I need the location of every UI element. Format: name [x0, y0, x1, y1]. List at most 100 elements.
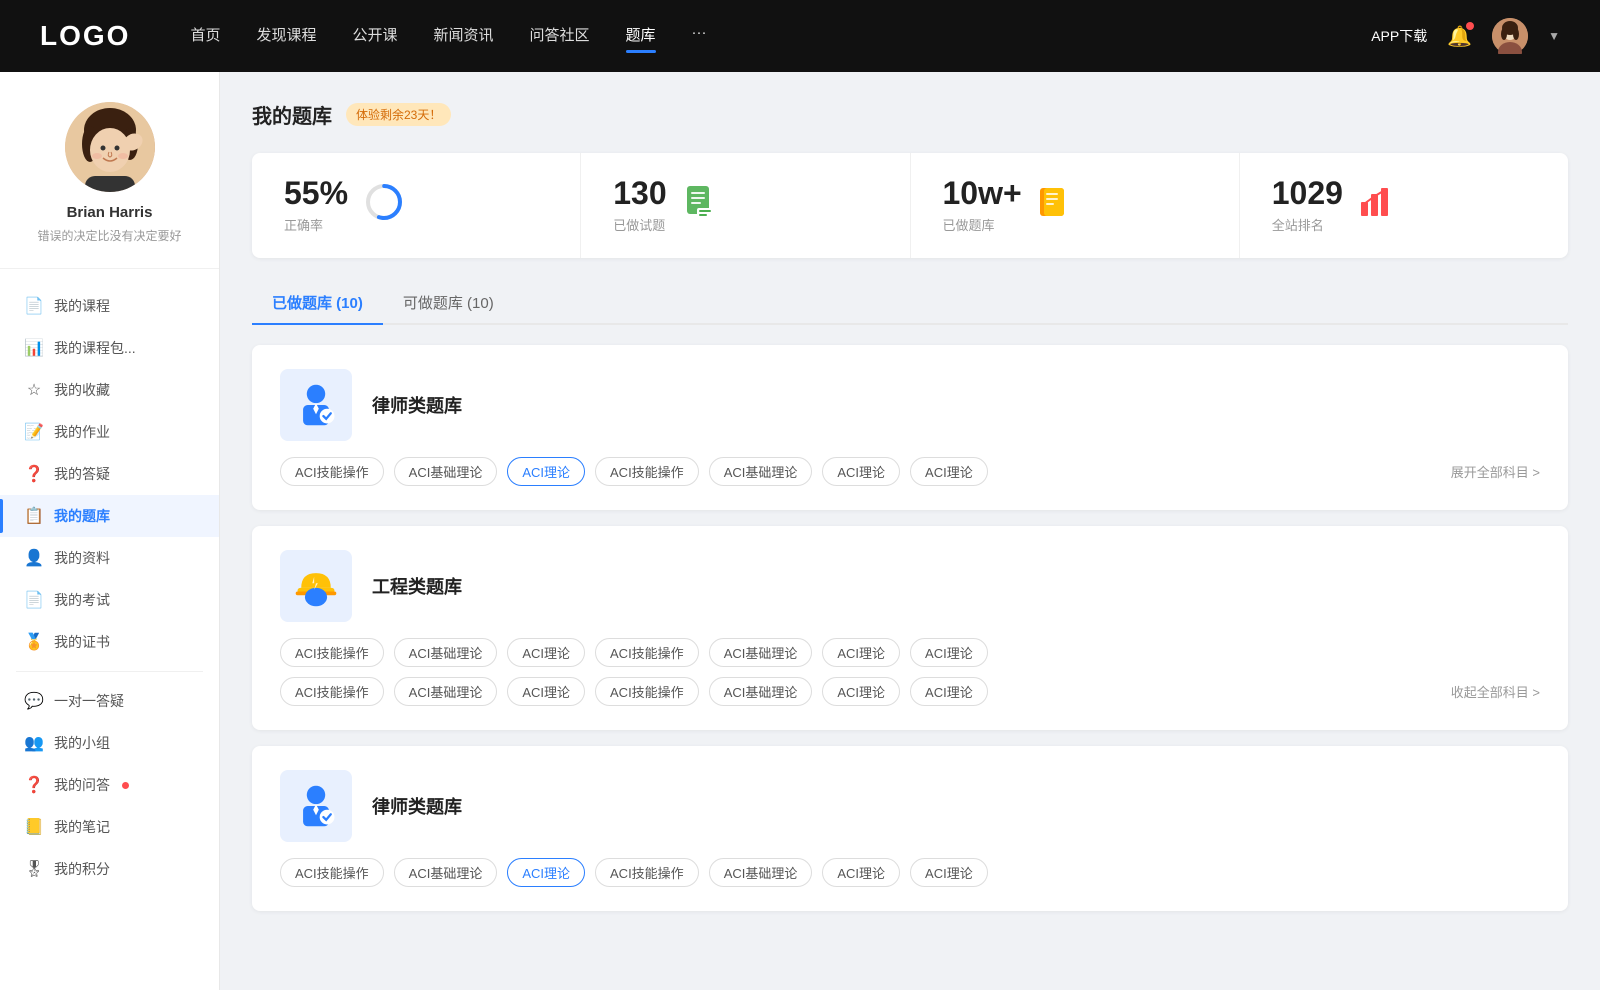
tag-1-0-5[interactable]: ACI理论 — [822, 638, 900, 667]
stat-rank-label: 全站排名 — [1272, 215, 1343, 234]
tag-0-0-5[interactable]: ACI理论 — [822, 457, 900, 486]
menu-divider-1 — [16, 671, 203, 672]
tag-0-0-0[interactable]: ACI技能操作 — [280, 457, 384, 486]
tag-1-1-5[interactable]: ACI理论 — [822, 677, 900, 706]
qbank-icon: 📋 — [24, 506, 44, 526]
nav-opencourse[interactable]: 公开课 — [352, 24, 397, 49]
sidebar-item-profile-label: 我的资料 — [54, 548, 110, 568]
tag-2-0-6[interactable]: ACI理论 — [910, 858, 988, 887]
sidebar: Brian Harris 错误的决定比没有决定要好 📄 我的课程 📊 我的课程包… — [0, 72, 220, 990]
tag-2-0-0[interactable]: ACI技能操作 — [280, 858, 384, 887]
nav-home[interactable]: 首页 — [190, 24, 220, 49]
tag-1-0-2[interactable]: ACI理论 — [507, 638, 585, 667]
tag-0-0-1[interactable]: ACI基础理论 — [394, 457, 498, 486]
sidebar-item-profile[interactable]: 👤 我的资料 — [0, 537, 219, 579]
qbank-card-0: 律师类题库 ACI技能操作 ACI基础理论 ACI理论 ACI技能操作 ACI基… — [252, 345, 1568, 510]
notes-icon: 📒 — [24, 817, 44, 837]
qbank-lawyer-icon-0 — [280, 369, 352, 441]
tag-0-0-3[interactable]: ACI技能操作 — [595, 457, 699, 486]
tag-0-0-2[interactable]: ACI理论 — [507, 457, 585, 486]
sidebar-item-my-qa[interactable]: ❓ 我的问答 — [0, 764, 219, 806]
nav-qa[interactable]: 问答社区 — [530, 24, 590, 49]
accuracy-pie-icon — [364, 182, 404, 229]
qbank-tags-row-1-1: ACI技能操作 ACI基础理论 ACI理论 ACI技能操作 ACI基础理论 AC… — [280, 677, 1540, 706]
qbank-card-2: 律师类题库 ACI技能操作 ACI基础理论 ACI理论 ACI技能操作 ACI基… — [252, 746, 1568, 911]
bell-icon[interactable]: 🔔 — [1447, 24, 1472, 49]
nav-discover[interactable]: 发现课程 — [256, 24, 316, 49]
tag-1-1-3[interactable]: ACI技能操作 — [595, 677, 699, 706]
tag-1-1-6[interactable]: ACI理论 — [910, 677, 988, 706]
tag-1-0-0[interactable]: ACI技能操作 — [280, 638, 384, 667]
sidebar-item-questions[interactable]: ❓ 我的答疑 — [0, 453, 219, 495]
nav-news[interactable]: 新闻资讯 — [434, 24, 494, 49]
nav-more[interactable]: ··· — [692, 24, 707, 49]
tag-2-0-3[interactable]: ACI技能操作 — [595, 858, 699, 887]
rank-chart-icon — [1359, 184, 1395, 227]
tag-1-0-1[interactable]: ACI基础理论 — [394, 638, 498, 667]
stat-rank-value: 1029 — [1272, 177, 1343, 209]
stat-accuracy-label: 正确率 — [284, 215, 348, 234]
page-title: 我的题库 — [252, 100, 332, 129]
tag-2-0-5[interactable]: ACI理论 — [822, 858, 900, 887]
sidebar-item-course-packages-label: 我的课程包... — [54, 338, 136, 358]
sidebar-item-certificate[interactable]: 🏅 我的证书 — [0, 621, 219, 663]
qbank-lawyer-icon-2 — [280, 770, 352, 842]
sidebar-item-tutoring[interactable]: 💬 一对一答疑 — [0, 680, 219, 722]
sidebar-item-points-label: 我的积分 — [54, 859, 110, 879]
tag-1-1-4[interactable]: ACI基础理论 — [709, 677, 813, 706]
qbank-header-0: 律师类题库 — [280, 369, 1540, 441]
profile-avatar — [65, 102, 155, 192]
tag-1-0-4[interactable]: ACI基础理论 — [709, 638, 813, 667]
tag-1-0-3[interactable]: ACI技能操作 — [595, 638, 699, 667]
sidebar-item-exam[interactable]: 📄 我的考试 — [0, 579, 219, 621]
qbank-tags-row-2-0: ACI技能操作 ACI基础理论 ACI理论 ACI技能操作 ACI基础理论 AC… — [280, 858, 1540, 887]
avatar[interactable] — [1492, 18, 1528, 54]
layout: Brian Harris 错误的决定比没有决定要好 📄 我的课程 📊 我的课程包… — [0, 72, 1600, 990]
stat-done-banks-value: 10w+ — [943, 177, 1022, 209]
sidebar-item-qbank[interactable]: 📋 我的题库 — [0, 495, 219, 537]
sidebar-item-course-packages[interactable]: 📊 我的课程包... — [0, 327, 219, 369]
tag-2-0-1[interactable]: ACI基础理论 — [394, 858, 498, 887]
qbank-header-1: 工程类题库 — [280, 550, 1540, 622]
collapse-link-1[interactable]: 收起全部科目 > — [1451, 682, 1540, 701]
qbank-card-1: 工程类题库 ACI技能操作 ACI基础理论 ACI理论 ACI技能操作 ACI基… — [252, 526, 1568, 730]
sidebar-item-homework-label: 我的作业 — [54, 422, 110, 442]
stat-accuracy-value: 55% — [284, 177, 348, 209]
sidebar-item-courses[interactable]: 📄 我的课程 — [0, 285, 219, 327]
trial-badge: 体验剩余23天！ — [346, 103, 451, 126]
qbank-name-1: 工程类题库 — [372, 573, 462, 599]
favorites-icon: ☆ — [24, 380, 44, 400]
tag-2-0-4[interactable]: ACI基础理论 — [709, 858, 813, 887]
sidebar-item-favorites[interactable]: ☆ 我的收藏 — [0, 369, 219, 411]
sidebar-menu: 📄 我的课程 📊 我的课程包... ☆ 我的收藏 📝 我的作业 ❓ 我的答疑 📋 — [0, 285, 219, 890]
tag-1-1-2[interactable]: ACI理论 — [507, 677, 585, 706]
doc-icon — [683, 184, 719, 227]
sidebar-item-points[interactable]: 🎖 我的积分 — [0, 848, 219, 890]
my-qa-icon: ❓ — [24, 775, 44, 795]
nav-links: 首页 发现课程 公开课 新闻资讯 问答社区 题库 ··· — [190, 24, 1371, 49]
profile-name: Brian Harris — [67, 204, 153, 221]
sidebar-item-homework[interactable]: 📝 我的作业 — [0, 411, 219, 453]
sidebar-item-notes-label: 我的笔记 — [54, 817, 110, 837]
tag-0-0-6[interactable]: ACI理论 — [910, 457, 988, 486]
tab-available[interactable]: 可做题库 (10) — [383, 282, 514, 325]
app-download[interactable]: APP下载 — [1371, 26, 1427, 46]
tab-done[interactable]: 已做题库 (10) — [252, 282, 383, 325]
expand-link-0[interactable]: 展开全部科目 > — [1451, 462, 1540, 481]
nav-qbank[interactable]: 题库 — [626, 24, 656, 49]
qa-dot — [122, 782, 129, 789]
avatar-chevron-icon[interactable]: ▼ — [1548, 29, 1560, 43]
tag-2-0-2[interactable]: ACI理论 — [507, 858, 585, 887]
course-packages-icon: 📊 — [24, 338, 44, 358]
sidebar-item-my-qa-label: 我的问答 — [54, 775, 110, 795]
questions-icon: ❓ — [24, 464, 44, 484]
sidebar-item-notes[interactable]: 📒 我的笔记 — [0, 806, 219, 848]
tabs: 已做题库 (10) 可做题库 (10) — [252, 282, 1568, 325]
tag-1-0-6[interactable]: ACI理论 — [910, 638, 988, 667]
sidebar-item-courses-label: 我的课程 — [54, 296, 110, 316]
exam-icon: 📄 — [24, 590, 44, 610]
sidebar-item-groups[interactable]: 👥 我的小组 — [0, 722, 219, 764]
tag-1-1-1[interactable]: ACI基础理论 — [394, 677, 498, 706]
tag-1-1-0[interactable]: ACI技能操作 — [280, 677, 384, 706]
tag-0-0-4[interactable]: ACI基础理论 — [709, 457, 813, 486]
